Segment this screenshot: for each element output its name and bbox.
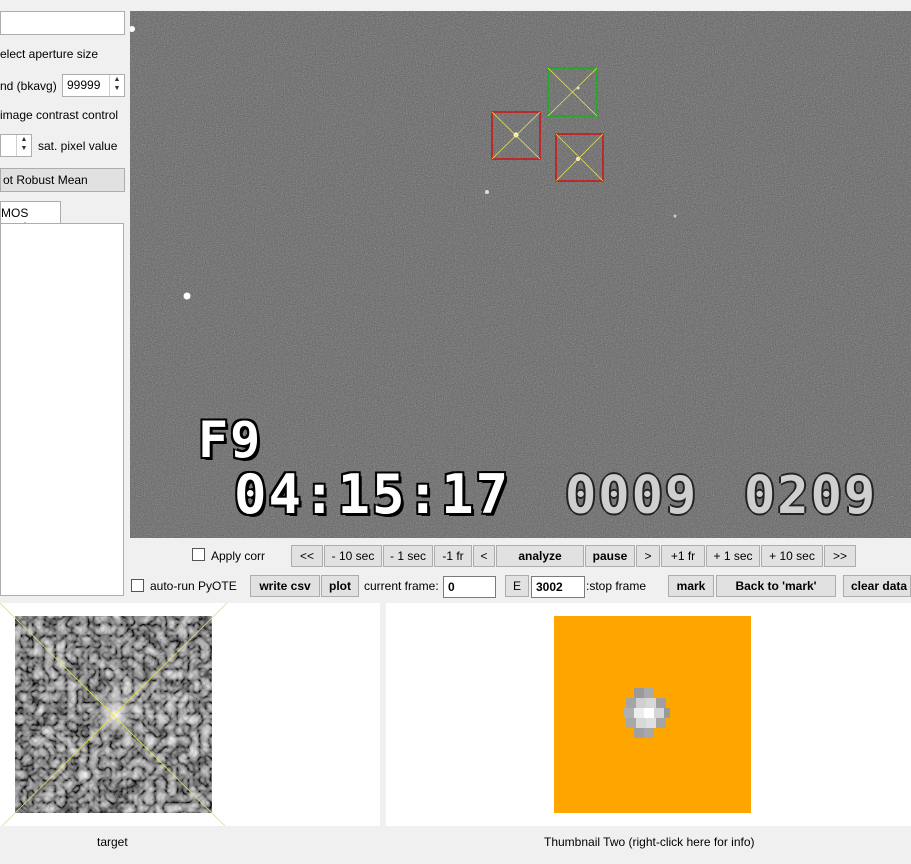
e-button[interactable]: E [505, 575, 529, 597]
osd-field-marker: F9 [198, 411, 263, 469]
minus-1-sec-button[interactable]: - 1 sec [383, 545, 433, 567]
osd-timestamp: 04:15:17 [234, 463, 511, 526]
contrast-control-label: image contrast control [0, 108, 119, 122]
forward-forward-button[interactable]: >> [824, 545, 856, 567]
auto-run-pyote-label: auto-run PyOTE [150, 579, 237, 593]
video-frame[interactable]: F9 04:15:17 0009 0209 [130, 11, 911, 538]
apply-corr-checkbox[interactable] [192, 548, 205, 561]
thumbnail-two-caption[interactable]: Thumbnail Two (right-click here for info… [544, 835, 755, 849]
star [183, 292, 191, 300]
stop-frame-label: :stop frame [586, 579, 647, 593]
write-csv-button[interactable]: write csv [250, 575, 320, 597]
target-caption: target [97, 835, 128, 849]
thumbnail-two-panel[interactable] [386, 603, 911, 826]
apply-corr-label: Apply corr [211, 549, 266, 563]
mark-button[interactable]: mark [668, 575, 714, 597]
osd-counter-1: 0009 [565, 466, 699, 526]
sat-pixel-spinbox[interactable]: ▲ ▼ [0, 134, 32, 157]
plot-button[interactable]: plot [321, 575, 359, 597]
sat-pixel-label: sat. pixel value [38, 139, 118, 153]
back-button[interactable]: < [473, 545, 495, 567]
stop-frame-input[interactable]: 3002 [531, 576, 585, 598]
star [485, 190, 489, 194]
star [673, 214, 677, 218]
tab-content-panel [0, 223, 124, 596]
bkavg-value: 99999 [67, 78, 101, 92]
analyze-button[interactable]: analyze [496, 545, 584, 567]
tab-mos-tools[interactable]: MOS tools [0, 201, 61, 234]
robust-mean-button[interactable]: ot Robust Mean [0, 168, 125, 192]
minus-1-fr-button[interactable]: -1 fr [434, 545, 472, 567]
auto-run-pyote-checkbox[interactable] [131, 579, 144, 592]
bkavg-spinbox[interactable]: 99999 ▲ ▼ [62, 74, 125, 97]
spin-arrows-icon[interactable]: ▲ ▼ [109, 75, 124, 96]
top-text-input[interactable] [0, 11, 125, 35]
osd-counter-2: 0209 [744, 466, 878, 526]
spin-arrows-icon[interactable]: ▲ ▼ [16, 135, 31, 156]
target-thumbnail-panel[interactable] [0, 603, 380, 826]
plus-1-fr-button[interactable]: +1 fr [661, 545, 705, 567]
clear-data-button[interactable]: clear data [843, 575, 911, 597]
thumbnail-two-image [554, 616, 751, 813]
target-thumbnail-image [0, 603, 228, 826]
aperture-size-label: elect aperture size [0, 47, 99, 61]
back-to-mark-button[interactable]: Back to 'mark' [716, 575, 836, 597]
bkavg-label: nd (bkavg) [0, 79, 57, 93]
minus-10-sec-button[interactable]: - 10 sec [324, 545, 382, 567]
pause-button[interactable]: pause [585, 545, 635, 567]
plus-1-sec-button[interactable]: + 1 sec [706, 545, 760, 567]
plus-10-sec-button[interactable]: + 10 sec [761, 545, 823, 567]
current-frame-input[interactable]: 0 [443, 576, 496, 598]
back-back-button[interactable]: << [291, 545, 323, 567]
forward-button[interactable]: > [636, 545, 660, 567]
current-frame-label: current frame: [364, 579, 439, 593]
